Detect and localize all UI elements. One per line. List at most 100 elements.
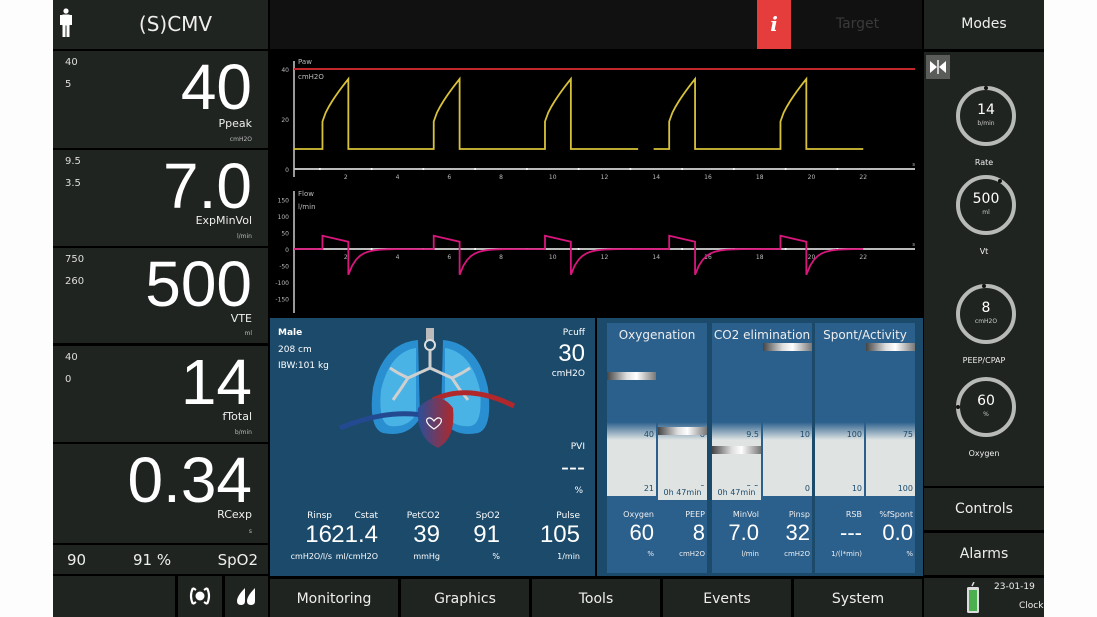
lung-param-label: Pulse bbox=[556, 511, 580, 521]
target-button[interactable]: Target bbox=[793, 0, 922, 49]
dynamic-lung-panel[interactable]: Male 208 cm IBW:101 kg Pcuff 30 cmH2O PV… bbox=[270, 318, 595, 576]
lung-param-unit: ml/cmH2O bbox=[335, 552, 378, 561]
vs-bar-top-value: 10 bbox=[799, 430, 810, 439]
spo2-alarm-limit: 90 bbox=[67, 551, 87, 569]
lung-param-value: 16 bbox=[305, 521, 332, 548]
vs-bar-top-value: 75 bbox=[902, 430, 913, 439]
left-icon-row bbox=[53, 576, 268, 617]
monitor-value: 500 bbox=[145, 248, 252, 320]
alarm-low-limit: 260 bbox=[65, 276, 85, 287]
lung-param-label: Rinsp bbox=[307, 511, 332, 521]
tab-monitoring[interactable]: Monitoring bbox=[270, 579, 398, 617]
flow-x-tick: 22 bbox=[859, 254, 867, 261]
alarm-low-limit: 0 bbox=[65, 374, 72, 385]
tab-events[interactable]: Events bbox=[663, 579, 791, 617]
flow-x-tick: 8 bbox=[499, 254, 503, 261]
pcuff-unit: cmH2O bbox=[551, 369, 585, 379]
alarms-button[interactable]: Alarms bbox=[924, 533, 1044, 575]
paw-x-tick: 18 bbox=[756, 174, 764, 181]
lung-param-value: 21.4 bbox=[331, 521, 378, 548]
paw-x-tick: 20 bbox=[808, 174, 816, 181]
paw-y-tick: 20 bbox=[281, 117, 289, 124]
modes-button[interactable]: Modes bbox=[924, 0, 1044, 49]
vs-bar-marker bbox=[763, 342, 812, 351]
nebulizer-button[interactable] bbox=[225, 576, 268, 617]
tab-graphics[interactable]: Graphics bbox=[401, 579, 529, 617]
knob-unit: cmH2O bbox=[974, 318, 998, 325]
vs-bar[interactable] bbox=[866, 342, 915, 496]
monitor-ftotal[interactable]: 40 0 14 fTotal b/min bbox=[53, 346, 268, 442]
knob-label: Vt bbox=[979, 247, 989, 256]
pressure-sensor-button[interactable] bbox=[178, 576, 222, 617]
spo2-row[interactable]: 90 91 % SpO2 bbox=[53, 545, 268, 574]
flow-y-tick: 0 bbox=[285, 247, 289, 254]
pvi-value: --- bbox=[561, 454, 585, 481]
date-display: 23-01-19 bbox=[994, 582, 1035, 592]
knob-indicator bbox=[984, 86, 988, 90]
controls-button[interactable]: Controls bbox=[924, 488, 1044, 530]
paw-x-minor-tick bbox=[577, 168, 580, 170]
control-knob-rate[interactable]: 14 b/min bbox=[956, 86, 1016, 146]
lung-param-unit: cmH2O/l/s bbox=[290, 552, 332, 561]
vs-bar[interactable] bbox=[763, 342, 812, 496]
paw-x-tick: 2 bbox=[344, 174, 348, 181]
paw-x-minor-tick bbox=[370, 168, 373, 170]
paw-waveform bbox=[294, 76, 864, 150]
paw-x-minor-tick bbox=[422, 168, 425, 170]
alarm-high-limit: 40 bbox=[65, 352, 78, 363]
paw-y-tick: 0 bbox=[285, 167, 289, 174]
status-bar[interactable]: 23-01-19 Clock bbox=[924, 578, 1044, 617]
control-knob-oxygen[interactable]: 60% bbox=[956, 377, 1016, 437]
vs-bar-bottom-value: 10 bbox=[851, 484, 862, 493]
tab-system[interactable]: System bbox=[794, 579, 922, 617]
knob-label: Rate bbox=[974, 158, 994, 167]
monitor-value: 40 bbox=[180, 51, 252, 123]
flow-y-tick: -50 bbox=[279, 264, 289, 271]
freeze-icon bbox=[930, 60, 946, 74]
waveform-chart: PawcmH2O402002 4 6 8 10 12 14 16 18 20 22sFlowl/mi… bbox=[275, 58, 915, 313]
monitor-ppeak[interactable]: 40 5 40 Ppeak cmH2O bbox=[53, 51, 268, 148]
paw-x-minor-tick bbox=[318, 168, 321, 170]
vs-param-unit: cmH2O bbox=[679, 550, 705, 558]
right-panel: Modes 14 b/min Rate 500 ml Vt 8 cmH2O PEEP/CPAP 6… bbox=[924, 0, 1044, 617]
lung-param-label: SpO2 bbox=[475, 511, 500, 521]
tab-tools[interactable]: Tools bbox=[532, 579, 660, 617]
paw-unit: cmH2O bbox=[298, 73, 324, 81]
waveform-area[interactable]: Paw cmH2O 40 20 0 2 4 6 8 10 12 14 16 18 20 22 s Flow l/mi… bbox=[270, 51, 922, 315]
info-icon: i bbox=[770, 12, 778, 36]
flow-x-tick: 6 bbox=[447, 254, 451, 261]
vs-group-title: Oxygenation bbox=[618, 328, 696, 342]
info-button[interactable]: i bbox=[757, 0, 791, 49]
knob-value: 60 bbox=[977, 393, 995, 409]
vs-bar[interactable] bbox=[658, 342, 707, 496]
paw-x-tick: 16 bbox=[704, 174, 712, 181]
vs-bar[interactable] bbox=[815, 342, 864, 496]
ventilation-status-panel[interactable]: Oxygenation CO2 elimination Spont/Activity… bbox=[597, 318, 923, 576]
main-monitoring-panel: (S)CMV 40 5 40 Ppeak cmH2O 9.5 3.5 7.0 E… bbox=[53, 0, 268, 617]
knob-unit: ml bbox=[982, 209, 990, 216]
paw-y-tick: 40 bbox=[281, 67, 289, 74]
mode-button[interactable]: (S)CMV bbox=[53, 0, 268, 49]
clock-label: Clock bbox=[1019, 601, 1044, 611]
control-knob-peep-cpap[interactable]: 8 cmH2O bbox=[956, 284, 1016, 344]
vs-bar[interactable] bbox=[607, 342, 656, 496]
monitor-name: Ppeak bbox=[218, 117, 253, 130]
vs-bar[interactable] bbox=[712, 342, 761, 496]
vs-param-unit: % bbox=[906, 550, 913, 558]
vs-bar-timer: 0h 47min bbox=[658, 486, 707, 500]
vs-bar-top-value: 9.5 bbox=[746, 430, 759, 439]
monitor-unit: cmH2O bbox=[229, 136, 252, 143]
paw-x-tick: 8 bbox=[499, 174, 503, 181]
lung-param-label: PetCO2 bbox=[406, 511, 440, 521]
freeze-button[interactable] bbox=[926, 55, 950, 79]
alarm-low-limit: 5 bbox=[65, 79, 72, 90]
control-knob-vt[interactable]: 500 ml bbox=[956, 175, 1016, 235]
monitor-value: 0.34 bbox=[127, 444, 252, 516]
vs-param-value: --- bbox=[840, 520, 862, 545]
vs-param-unit: l/min bbox=[741, 550, 759, 558]
monitor-expminvol[interactable]: 9.5 3.5 7.0 ExpMinVol l/min bbox=[53, 150, 268, 246]
monitor-rcexp[interactable]: 0.34 RCexp s bbox=[53, 444, 268, 543]
flow-title: Flow bbox=[298, 190, 314, 198]
knob-value: 8 bbox=[981, 300, 991, 316]
monitor-vte[interactable]: 750 260 500 VTE ml bbox=[53, 248, 268, 343]
